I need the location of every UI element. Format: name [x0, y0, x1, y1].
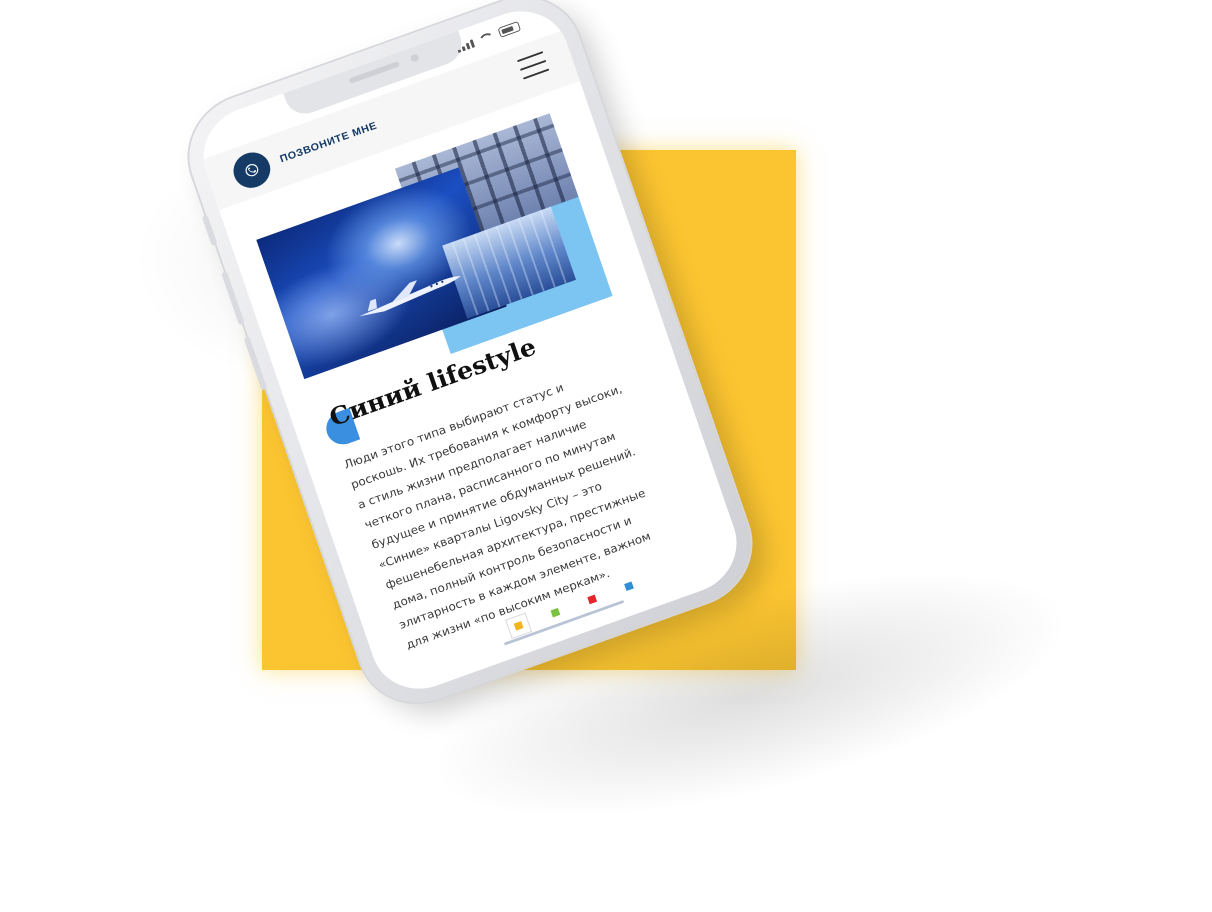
phone-mockup: ПОЗВОНИТЕ МНЕ Синий lifestyle Люди этого… [173, 0, 767, 720]
dot-yellow[interactable] [513, 621, 524, 631]
phone-wrapper: ПОЗВОНИТЕ МНЕ Синий lifestyle Люди этого… [0, 0, 1212, 912]
battery-icon [497, 20, 522, 38]
signal-icon [456, 39, 476, 53]
front-camera [409, 53, 420, 63]
dot-blue[interactable] [624, 581, 634, 592]
phone-screen: ПОЗВОНИТЕ МНЕ Синий lifestyle Люди этого… [190, 0, 750, 703]
dot-green[interactable] [550, 607, 561, 618]
wifi-icon [477, 31, 496, 46]
dot-red[interactable] [587, 594, 598, 605]
mockup-stage: ПОЗВОНИТЕ МНЕ Синий lifestyle Люди этого… [0, 0, 1212, 912]
